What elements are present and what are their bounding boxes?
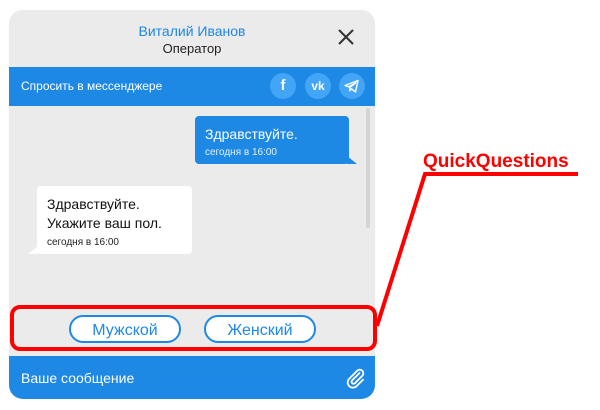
annotation-label: QuickQuestions [423, 151, 569, 172]
annotation-pointer [375, 172, 578, 327]
